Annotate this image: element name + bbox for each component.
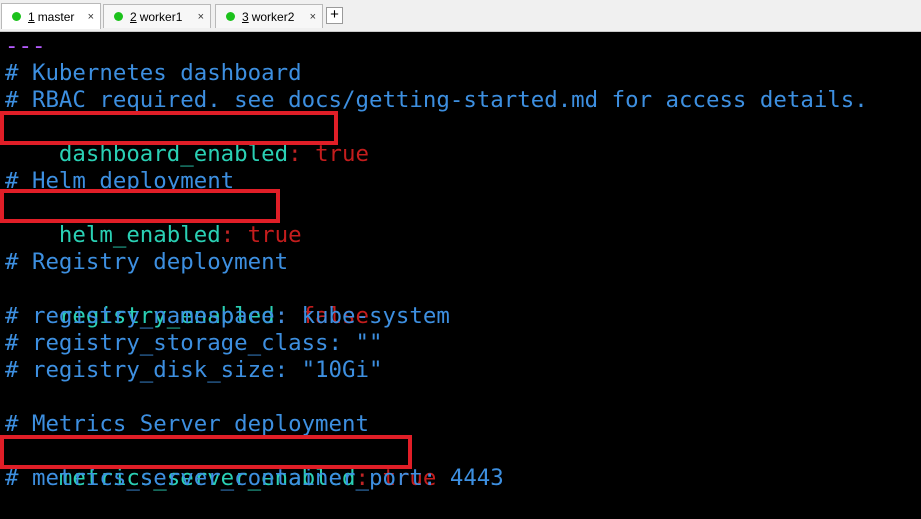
status-dot-icon [226, 12, 235, 21]
comment-line: # metrics_server_container_port: 4443 [5, 465, 504, 491]
config-value: true [247, 222, 302, 248]
comment-line: # registry_storage_class: "" [5, 330, 383, 356]
tab-label: master [37, 9, 75, 24]
config-line-registry: registry_enabled: false [5, 276, 369, 329]
tab-label: worker2 [251, 9, 295, 24]
status-dot-icon [12, 12, 21, 21]
tab-worker1[interactable]: 2 worker1 × [103, 4, 211, 28]
comment-line: # RBAC required. see docs/getting-starte… [5, 87, 868, 113]
close-icon[interactable]: × [198, 11, 204, 23]
tab-worker2[interactable]: 3 worker2 × [215, 4, 323, 28]
highlight-box-helm [0, 189, 280, 223]
comment-line: # Kubernetes dashboard [5, 60, 302, 86]
tab-master[interactable]: 1 master × [1, 3, 101, 29]
config-key: helm_enabled [58, 222, 221, 248]
tab-bar: 1 master × 2 worker1 × 3 worker2 × + [0, 0, 921, 32]
tab-number: 3 [242, 9, 249, 24]
tab-number: 1 [28, 9, 35, 24]
highlight-box-dashboard [0, 111, 338, 145]
status-dot-icon [114, 12, 123, 21]
comment-line: # Metrics Server deployment [5, 411, 369, 437]
close-icon[interactable]: × [310, 11, 316, 23]
comment-line: # registry_disk_size: "10Gi" [5, 357, 383, 383]
close-icon[interactable]: × [88, 11, 94, 23]
yaml-separator: --- [5, 33, 46, 59]
terminal-editor[interactable]: --- # Kubernetes dashboard # RBAC requir… [0, 33, 921, 492]
comment-line: # Registry deployment [5, 249, 289, 275]
comment-line: # registry_namespace: kube-system [5, 303, 450, 329]
new-tab-button[interactable]: + [326, 7, 343, 24]
tab-label: worker1 [139, 9, 183, 24]
highlight-box-metrics [0, 435, 412, 469]
config-colon: : [220, 222, 248, 248]
tab-number: 2 [130, 9, 137, 24]
